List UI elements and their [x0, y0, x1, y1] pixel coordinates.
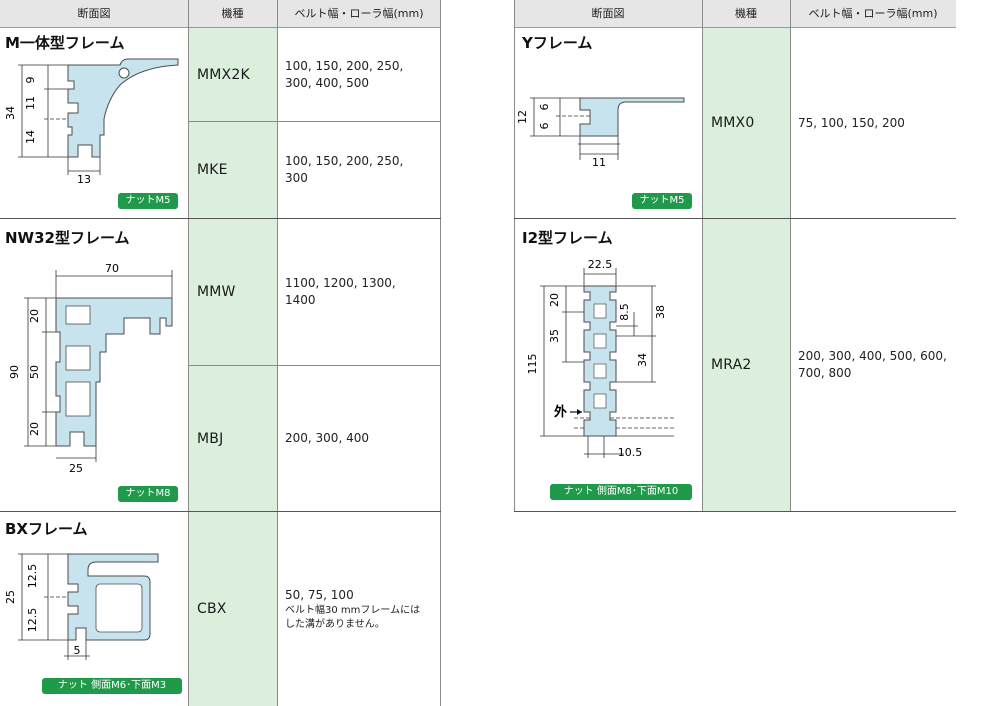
y-frame-diagram: 6 6 12 11: [516, 97, 685, 169]
outside-label: 外: [553, 404, 567, 420]
widths-cell: 50, 75, 100 ベルト幅30 mmフレームには した溝がありません。: [278, 512, 433, 706]
section-title: Yフレーム: [522, 34, 593, 52]
divider: [514, 218, 956, 219]
nut-badge: ナットM5: [632, 193, 692, 209]
widths-cell: 100, 150, 200, 250, 300, 400, 500: [285, 58, 404, 90]
model-cell: MRA2: [703, 219, 790, 511]
dim-label: 20: [28, 422, 41, 436]
table-header: 断面図 機種 ベルト幅・ローラ幅(mm): [0, 0, 441, 28]
dim-label: 50: [28, 365, 41, 379]
section-title: BXフレーム: [5, 520, 88, 538]
dim-label: 6: [538, 123, 551, 130]
dim-label: 9: [24, 77, 37, 84]
widths-cell: 1100, 1200, 1300, 1400: [285, 276, 396, 307]
divider: [0, 218, 441, 219]
model-cell: MMX2K: [189, 28, 277, 121]
model-name: MBJ: [197, 430, 224, 447]
widths-cell: 75, 100, 150, 200: [798, 115, 905, 130]
section-title: I2型フレーム: [522, 229, 613, 247]
model-name: MKE: [197, 162, 228, 178]
divider: [440, 0, 441, 706]
widths-cell: 200, 300, 400: [285, 431, 369, 445]
model-name: MMX0: [711, 115, 755, 131]
left-frame-table: 断面図 機種 ベルト幅・ローラ幅(mm) MMX2K MKE MMW MBJ C…: [0, 0, 441, 706]
header-section: 断面図: [591, 7, 625, 20]
dim-label: 14: [24, 130, 37, 144]
section-title: M一体型フレーム: [5, 34, 125, 52]
dim-label: 70: [105, 262, 119, 275]
divider: [0, 511, 441, 512]
divider: [702, 0, 703, 512]
dim-label: 115: [526, 354, 539, 375]
dim-label: 20: [548, 293, 561, 307]
model-name: MMX2K: [197, 66, 250, 83]
dim-label: 38: [654, 305, 667, 319]
dim-label: 6: [538, 104, 551, 111]
model-cell: MBJ: [189, 366, 277, 511]
widths-cell: 200, 300, 400, 500, 600, 700, 800: [798, 349, 947, 380]
header-model: 機種: [735, 7, 757, 20]
model-cell: MKE: [189, 122, 277, 218]
dim-label: 12: [516, 110, 529, 124]
section-title: NW32型フレーム: [5, 229, 130, 247]
dim-label: 25: [4, 590, 17, 604]
bx-frame-diagram: 12.5 12.5 25 5: [4, 553, 159, 660]
widths-text: 50, 75, 100: [285, 587, 354, 602]
model-cell: MMX0: [703, 28, 790, 218]
header-section: 断面図: [77, 7, 111, 20]
header-model: 機種: [221, 7, 244, 20]
dim-label: 12.5: [26, 608, 39, 633]
header-widths: ベルト幅・ローラ幅(mm): [294, 7, 424, 20]
model-cell: CBX: [189, 512, 277, 706]
dim-label: 11: [24, 96, 37, 110]
nut-badge: ナット 側面M6･下面M3: [42, 678, 182, 694]
nw32-frame-diagram: 70 20 50 20 90 25: [8, 262, 173, 475]
nut-badge: ナットM5: [118, 193, 178, 209]
model-name: CBX: [197, 601, 227, 617]
header-widths: ベルト幅・ローラ幅(mm): [808, 7, 938, 20]
dim-label: 11: [592, 156, 606, 169]
i2-frame-diagram: 22.5 20 35 8.5 38 34 115 外 10.5: [526, 258, 674, 459]
widths-note: ベルト幅30 mmフレームには: [285, 604, 421, 616]
dim-label: 10.5: [618, 446, 643, 459]
nut-badge: ナットM8: [118, 486, 178, 502]
dim-label: 34: [636, 353, 649, 367]
dim-label: 25: [69, 462, 83, 475]
table-header: 断面図 機種 ベルト幅・ローラ幅(mm): [514, 0, 956, 28]
m-frame-diagram: 9 11 14 34 13: [4, 58, 179, 186]
dim-label: 20: [28, 309, 41, 323]
dim-label: 8.5: [618, 303, 631, 321]
divider: [188, 365, 441, 366]
divider: [514, 511, 956, 512]
widths-note: した溝がありません。: [285, 618, 385, 630]
divider: [188, 121, 441, 122]
dim-label: 34: [4, 106, 17, 120]
divider: [790, 0, 791, 512]
dim-label: 12.5: [26, 564, 39, 589]
widths-cell: 100, 150, 200, 250, 300: [285, 154, 404, 185]
divider: [188, 0, 189, 706]
divider: [277, 0, 278, 706]
model-name: MRA2: [711, 357, 752, 373]
model-name: MMW: [197, 284, 236, 300]
dim-label: 13: [77, 173, 91, 186]
dim-label: 22.5: [588, 258, 613, 271]
dim-label: 5: [74, 644, 81, 657]
nut-badge: ナット 側面M8･下面M10: [550, 484, 692, 500]
model-cell: MMW: [189, 219, 277, 365]
dim-label: 35: [548, 329, 561, 343]
dim-label: 90: [8, 365, 21, 379]
right-frame-table: 断面図 機種 ベルト幅・ローラ幅(mm) MMX0 MRA2 75, 100, …: [514, 0, 956, 512]
